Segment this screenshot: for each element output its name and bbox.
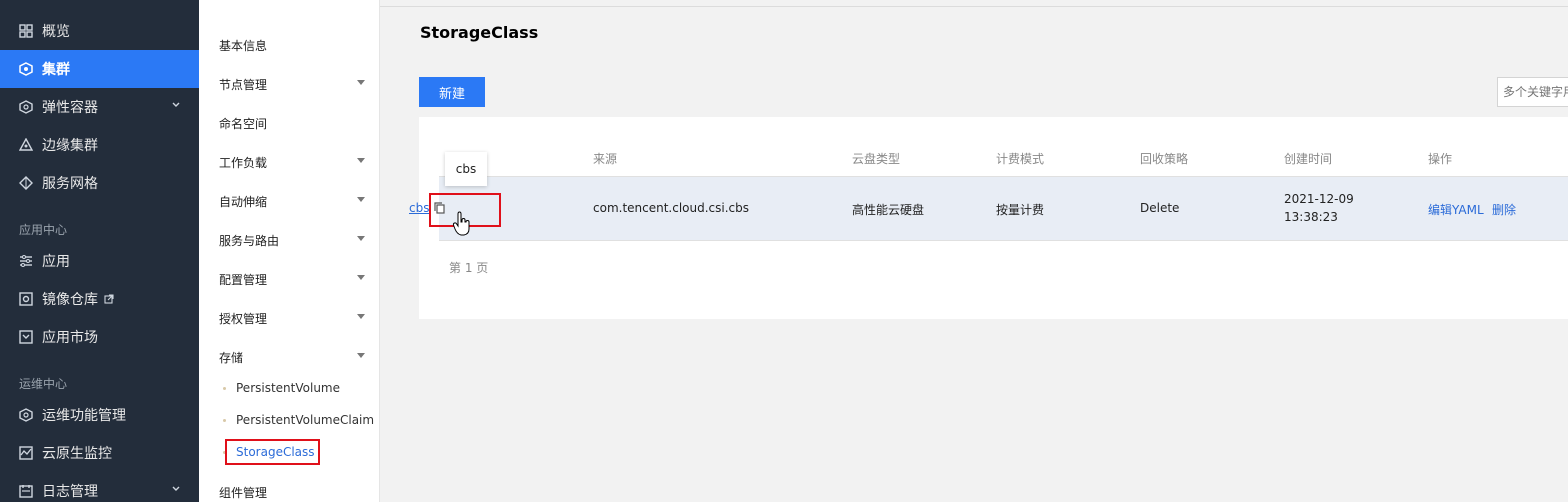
chevron-down-icon [172, 102, 180, 107]
highlight-box [225, 439, 320, 465]
nav-item-ops[interactable]: 运维功能管理 [0, 396, 199, 434]
log-icon [19, 484, 33, 498]
col-header-disk-type: 云盘类型 [852, 152, 901, 166]
grid-icon [19, 24, 33, 38]
nav-item-app-market[interactable]: 应用市场 [0, 318, 199, 356]
nav-label: 服务网格 [42, 176, 98, 192]
subnav-item-config[interactable]: 配置管理 [219, 271, 267, 288]
created-time-cell: 13:38:23 [1284, 210, 1338, 224]
bullet-dot [223, 418, 226, 422]
nav-label: 概览 [42, 24, 70, 40]
source-cell: com.tencent.cloud.csi.cbs [593, 201, 750, 215]
nav-label: 日志管理 [42, 484, 98, 500]
nav-label: 集群 [42, 62, 70, 78]
nav-item-log[interactable]: 日志管理 [0, 472, 199, 502]
chevron-down-icon [172, 486, 180, 491]
pager-text: 第 1 页 [449, 261, 489, 275]
caret-down-icon [357, 353, 365, 358]
caret-down-icon [357, 236, 365, 241]
main-content: StorageClass 新建 来源 云盘类型 计费模式 回收策略 创建时间 操… [380, 0, 1568, 502]
subnav-item-auth[interactable]: 授权管理 [219, 310, 267, 327]
nav-item-edge-cluster[interactable]: 边缘集群 [0, 126, 199, 164]
nav-item-monitor[interactable]: 云原生监控 [0, 434, 199, 472]
subnav-item-node-mgmt[interactable]: 节点管理 [219, 76, 267, 93]
reclaim-cell: Delete [1140, 201, 1180, 215]
nav-label: 应用市场 [42, 330, 98, 346]
caret-down-icon [357, 314, 365, 319]
hand-cursor-icon [452, 211, 470, 236]
created-date-cell: 2021-12-09 [1284, 192, 1354, 206]
caret-down-icon [357, 275, 365, 280]
ops-icon [19, 408, 33, 422]
left-nav: 概览 集群 弹性容器 边缘集群 服务网格 应用中心 应用 镜像仓库 应用市场 运… [0, 0, 199, 502]
edge-cluster-icon [19, 138, 33, 152]
table-row[interactable]: cbs com.tencent.cloud.csi.cbs 高性能云硬盘 按量计… [409, 176, 1568, 241]
page-title: StorageClass [420, 23, 539, 42]
nav-item-service-mesh[interactable]: 服务网格 [0, 164, 199, 202]
subnav-item-basic-info[interactable]: 基本信息 [219, 37, 267, 54]
storageclass-name-link[interactable]: cbs [409, 201, 429, 215]
nav-group-app-center: 应用中心 [19, 223, 68, 237]
billing-cell: 按量计费 [996, 203, 1045, 217]
nav-item-cluster[interactable]: 集群 [0, 50, 199, 88]
sub-nav: 基本信息 节点管理 命名空间 工作负载 自动伸缩 服务与路由 配置管理 授权管理… [199, 0, 380, 502]
col-header-created: 创建时间 [1284, 152, 1333, 166]
col-header-source: 来源 [593, 152, 618, 166]
subnav-child-label: PersistentVolume [236, 381, 340, 395]
col-header-billing: 计费模式 [996, 152, 1045, 166]
nav-item-elastic-container[interactable]: 弹性容器 [0, 88, 199, 126]
nav-label: 边缘集群 [42, 138, 98, 154]
subnav-child-pvc[interactable]: PersistentVolumeClaim [223, 413, 374, 427]
app-market-icon [19, 330, 33, 344]
col-header-reclaim: 回收策略 [1140, 152, 1189, 166]
col-header-actions: 操作 [1428, 152, 1453, 166]
monitor-icon [19, 446, 33, 460]
subnav-item-autoscale[interactable]: 自动伸缩 [219, 193, 267, 210]
app-icon [19, 254, 33, 268]
subnav-item-namespace[interactable]: 命名空间 [219, 115, 267, 132]
cluster-icon [19, 62, 33, 76]
subnav-item-service-route[interactable]: 服务与路由 [219, 232, 279, 249]
delete-link[interactable]: 删除 [1492, 201, 1516, 218]
nav-label: 云原生监控 [42, 446, 112, 462]
caret-down-icon [357, 80, 365, 85]
subnav-item-components[interactable]: 组件管理 [219, 484, 267, 501]
nav-label: 弹性容器 [42, 100, 98, 116]
caret-down-icon [357, 158, 365, 163]
edit-yaml-link[interactable]: 编辑YAML [1428, 201, 1484, 218]
subnav-item-storage[interactable]: 存储 [219, 349, 243, 366]
nav-label: 镜像仓库 [42, 292, 98, 308]
nav-label: 运维功能管理 [42, 408, 126, 424]
elastic-container-icon [19, 100, 33, 114]
search-input[interactable] [1497, 77, 1568, 107]
external-link-icon [104, 294, 114, 304]
table-card: 来源 云盘类型 计费模式 回收策略 创建时间 操作 cbs com.tencen… [409, 117, 1568, 319]
bullet-dot [223, 386, 226, 390]
name-tooltip: cbs [445, 152, 487, 186]
subnav-item-workload[interactable]: 工作负载 [219, 154, 267, 171]
top-divider [380, 6, 1568, 7]
caret-down-icon [357, 197, 365, 202]
service-mesh-icon [19, 176, 33, 190]
nav-item-app[interactable]: 应用 [0, 242, 199, 280]
nav-item-overview[interactable]: 概览 [0, 12, 199, 50]
nav-item-image-repo[interactable]: 镜像仓库 [0, 280, 199, 318]
nav-group-ops-center: 运维中心 [19, 377, 68, 391]
image-repo-icon [19, 292, 33, 306]
subnav-child-pv[interactable]: PersistentVolume [223, 381, 340, 395]
new-button[interactable]: 新建 [419, 77, 485, 107]
disk-type-cell: 高性能云硬盘 [852, 203, 925, 217]
subnav-child-label: PersistentVolumeClaim [236, 413, 375, 427]
nav-label: 应用 [42, 254, 70, 270]
